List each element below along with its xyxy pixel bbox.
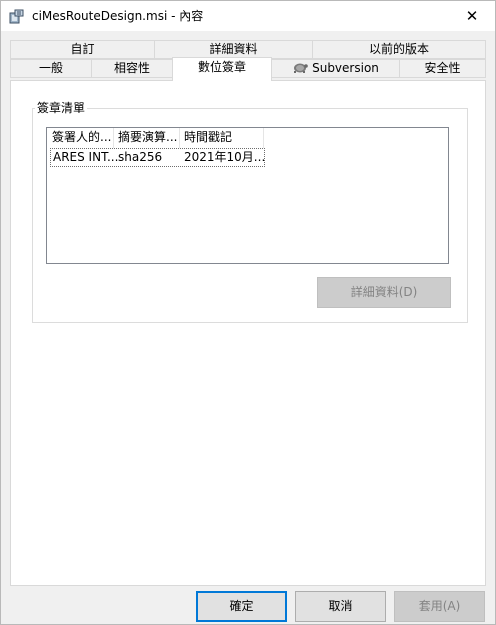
tab-label: 數位簽章 (197, 60, 246, 74)
column-header-signer[interactable]: 簽署人的... (47, 128, 114, 148)
signature-list-header: 簽署人的... 摘要演算... 時間戳記 (47, 128, 448, 148)
close-button[interactable]: ✕ (449, 1, 495, 31)
column-header-label: 時間戳記 (184, 130, 233, 144)
tortoise-svn-icon (292, 61, 308, 79)
tab-compatibility[interactable]: 相容性 (91, 59, 173, 78)
column-header-label: 簽署人的... (52, 130, 112, 144)
tab-digital-signatures[interactable]: 數位簽章 (172, 57, 272, 81)
signature-list[interactable]: 簽署人的... 摘要演算... 時間戳記 ARES INT... sha256 … (46, 127, 449, 264)
tab-strip: 自訂 詳細資料 以前的版本 一般 相容性 數位簽章 Subversion 安全性 (10, 40, 486, 81)
tab-label: 自訂 (70, 42, 95, 56)
tab-label: 安全性 (424, 61, 461, 75)
details-button[interactable]: 詳細資料(D) (317, 277, 451, 308)
timestamp-cell: 2021年10月... (184, 150, 266, 164)
tab-security[interactable]: 安全性 (399, 59, 486, 78)
tab-general[interactable]: 一般 (10, 59, 92, 78)
column-header-digest-algorithm[interactable]: 摘要演算... (113, 128, 180, 148)
column-header-timestamp[interactable]: 時間戳記 (179, 128, 264, 148)
digital-signatures-panel: 簽章清單 簽署人的... 摘要演算... 時間戳記 ARES INT... sh… (10, 80, 486, 586)
window-title: ciMesRouteDesign.msi - 內容 (32, 9, 204, 23)
column-header-label: 摘要演算... (118, 130, 178, 144)
signer-cell: ARES INT... (53, 150, 119, 164)
properties-dialog: ciMesRouteDesign.msi - 內容 ✕ 自訂 詳細資料 以前的版… (0, 0, 496, 625)
close-icon: ✕ (465, 7, 479, 25)
signature-list-label: 簽章清單 (35, 100, 88, 116)
table-row[interactable]: ARES INT... sha256 2021年10月... (50, 148, 265, 167)
apply-button[interactable]: 套用(A) (394, 591, 485, 622)
tab-label: 詳細資料 (209, 42, 258, 56)
tab-label: 相容性 (113, 61, 150, 75)
cancel-button[interactable]: 取消 (295, 591, 386, 622)
tab-label: Subversion (312, 61, 379, 75)
tab-previous-versions[interactable]: 以前的版本 (312, 40, 486, 59)
ok-button[interactable]: 確定 (196, 591, 287, 622)
tab-subversion[interactable]: Subversion (271, 59, 400, 78)
digest-cell: sha256 (118, 150, 163, 164)
msi-package-icon (9, 8, 25, 24)
title-bar: ciMesRouteDesign.msi - 內容 ✕ (1, 1, 495, 31)
tab-customize[interactable]: 自訂 (10, 40, 155, 59)
tab-label: 以前的版本 (368, 42, 429, 56)
tab-label: 一般 (38, 61, 63, 75)
